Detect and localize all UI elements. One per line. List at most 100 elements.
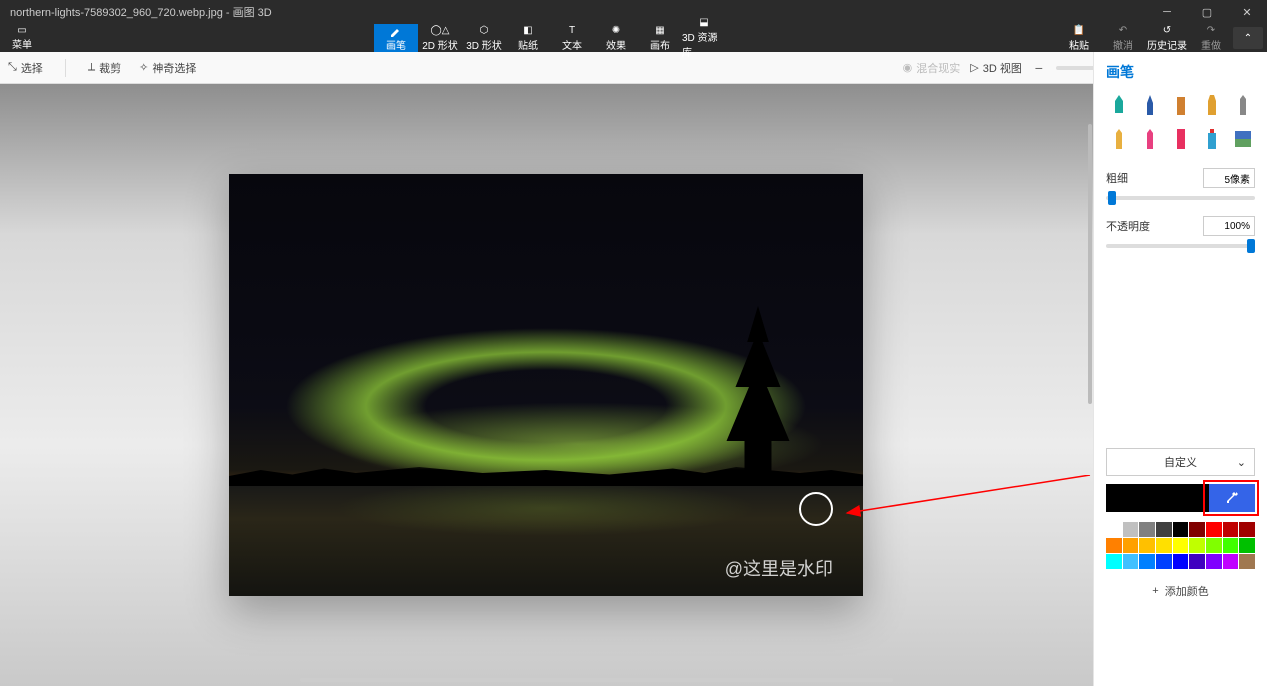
brush-pencil[interactable] <box>1230 92 1255 118</box>
label: 选择 <box>21 60 43 76</box>
add-color-button[interactable]: + 添加颜色 <box>1106 579 1255 603</box>
brush-pen[interactable] <box>1137 92 1162 118</box>
thickness-slider[interactable] <box>1106 196 1255 200</box>
magic-select-tool[interactable]: ✧ 神奇选择 <box>139 60 196 76</box>
opacity-slider[interactable] <box>1106 244 1255 248</box>
palette-color[interactable] <box>1123 522 1139 537</box>
palette-color[interactable] <box>1173 554 1189 569</box>
palette-color[interactable] <box>1139 538 1155 553</box>
titlebar: northern-lights-7589302_960_720.webp.jpg… <box>0 0 1267 24</box>
horizontal-scrollbar[interactable] <box>300 678 893 682</box>
palette-color[interactable] <box>1156 522 1172 537</box>
thickness-thumb[interactable] <box>1108 191 1116 205</box>
canvas-icon: ▦ <box>655 24 664 36</box>
select-tool[interactable]: ⤡ 选择 <box>8 60 43 76</box>
library-icon: ⬓ <box>699 17 708 28</box>
folder-icon: ▭ <box>17 25 26 36</box>
plus-icon: + <box>1152 585 1158 597</box>
thickness-label: 粗细 <box>1106 170 1128 186</box>
workspace[interactable]: @这里是水印 <box>0 84 1093 686</box>
label: 画笔 <box>386 37 406 52</box>
palette-color[interactable] <box>1206 522 1222 537</box>
tab-brush[interactable]: 画笔 <box>374 24 418 52</box>
palette-color[interactable] <box>1173 538 1189 553</box>
tab-canvas[interactable]: ▦ 画布 <box>638 24 682 52</box>
palette-color[interactable] <box>1139 522 1155 537</box>
mixed-reality-button: ◉ 混合现实 <box>903 60 961 76</box>
palette-color[interactable] <box>1189 554 1205 569</box>
palette-color[interactable] <box>1206 538 1222 553</box>
palette-color[interactable] <box>1156 554 1172 569</box>
label: 添加颜色 <box>1165 583 1209 599</box>
tab-2d-shapes[interactable]: ◯△ 2D 形状 <box>418 24 462 52</box>
palette-color[interactable] <box>1239 554 1255 569</box>
menu-button[interactable]: ▭ 菜单 <box>0 24 44 52</box>
crop-tool[interactable]: ⟂ 裁剪 <box>88 60 121 76</box>
palette-color[interactable] <box>1173 522 1189 537</box>
crop-icon: ⟂ <box>88 61 95 74</box>
brush-spray[interactable] <box>1199 126 1224 152</box>
custom-color-dropdown[interactable]: 自定义 ⌄ <box>1106 448 1255 476</box>
brush-fill[interactable] <box>1230 126 1255 152</box>
tab-text[interactable]: T 文本 <box>550 24 594 52</box>
label: 效果 <box>606 37 626 52</box>
palette-color[interactable] <box>1223 538 1239 553</box>
maximize-button[interactable]: ▢ <box>1187 0 1227 24</box>
scrollbar-thumb[interactable] <box>1088 124 1092 404</box>
paste-button[interactable]: 📋 粘贴 <box>1057 25 1101 52</box>
brush-grid <box>1106 92 1255 152</box>
expand-ribbon-button[interactable]: ⌃ <box>1233 27 1263 49</box>
3d-view-button[interactable]: ▷ 3D 视图 <box>970 60 1022 76</box>
palette-color[interactable] <box>1223 522 1239 537</box>
watermark-text: @这里是水印 <box>725 555 833 581</box>
brush-highlighter[interactable] <box>1168 126 1193 152</box>
palette-color[interactable] <box>1123 554 1139 569</box>
minimize-button[interactable]: ─ <box>1147 0 1187 24</box>
history-icon: ↺ <box>1163 25 1171 36</box>
menu-label: 菜单 <box>12 36 32 51</box>
current-color-swatch[interactable] <box>1106 484 1209 512</box>
palette-color[interactable] <box>1189 538 1205 553</box>
magic-icon: ✧ <box>139 61 148 74</box>
palette-color[interactable] <box>1206 554 1222 569</box>
palette-color[interactable] <box>1123 538 1139 553</box>
annotation-highlight <box>1203 480 1259 516</box>
tab-3d-shapes[interactable]: ⬡ 3D 形状 <box>462 24 506 52</box>
opacity-thumb[interactable] <box>1247 239 1255 253</box>
brush-marker[interactable] <box>1106 92 1131 118</box>
zoom-out-button[interactable]: − <box>1032 60 1046 76</box>
current-color-row <box>1106 484 1255 512</box>
brush-pencil2[interactable] <box>1106 126 1131 152</box>
label: 画布 <box>650 37 670 52</box>
palette-color[interactable] <box>1106 538 1122 553</box>
palette-color[interactable] <box>1106 522 1122 537</box>
shapes3d-icon: ⬡ <box>480 24 489 36</box>
label: 文本 <box>562 37 582 52</box>
palette-color[interactable] <box>1139 554 1155 569</box>
undo-button[interactable]: ↶ 撤消 <box>1101 25 1145 52</box>
palette-color[interactable] <box>1106 554 1122 569</box>
opacity-input[interactable] <box>1203 216 1255 236</box>
tab-3d-library[interactable]: ⬓ 3D 资源库 <box>682 24 726 52</box>
palette-color[interactable] <box>1156 538 1172 553</box>
sub-toolbar: ⤡ 选择 ⟂ 裁剪 ✧ 神奇选择 ◉ 混合现实 ▷ 3D 视图 − + 100%… <box>0 52 1267 84</box>
redo-button[interactable]: ↷ 重做 <box>1189 25 1233 52</box>
brush-oil[interactable] <box>1168 92 1193 118</box>
shapes2d-icon: ◯△ <box>431 24 450 36</box>
palette-color[interactable] <box>1239 522 1255 537</box>
palette-color[interactable] <box>1223 554 1239 569</box>
label: 神奇选择 <box>152 60 196 76</box>
tab-stickers[interactable]: ◧ 贴纸 <box>506 24 550 52</box>
tab-effects[interactable]: ✺ 效果 <box>594 24 638 52</box>
brush-crayon[interactable] <box>1137 126 1162 152</box>
label: 历史记录 <box>1147 37 1187 52</box>
canvas-image[interactable]: @这里是水印 <box>229 174 863 596</box>
brush-calligraphy[interactable] <box>1199 92 1224 118</box>
palette-color[interactable] <box>1239 538 1255 553</box>
close-button[interactable]: ✕ <box>1227 0 1267 24</box>
effects-icon: ✺ <box>612 24 620 36</box>
thickness-input[interactable] <box>1203 168 1255 188</box>
label: 2D 形状 <box>422 37 458 52</box>
history-button[interactable]: ↺ 历史记录 <box>1145 25 1189 52</box>
palette-color[interactable] <box>1189 522 1205 537</box>
